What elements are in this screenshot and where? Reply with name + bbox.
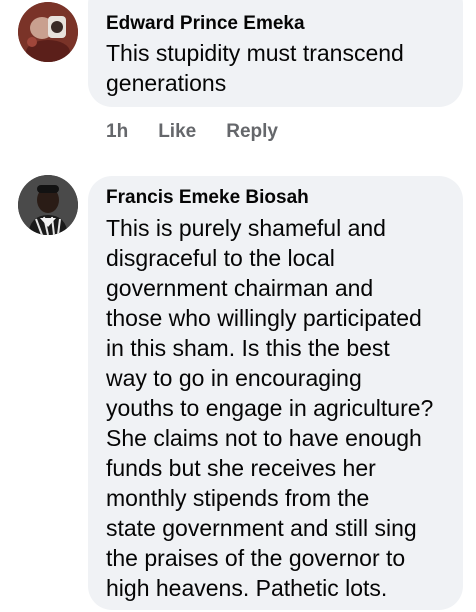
comment-text-line: in this sham. Is this the best bbox=[106, 335, 390, 361]
comment-text-line: monthly stipends from the bbox=[106, 485, 370, 511]
comment-text-line: disgraceful to the local bbox=[106, 245, 335, 271]
comment-text-line: This stupidity must transcend bbox=[106, 40, 404, 66]
comment-text-line: way to go in encouraging bbox=[106, 365, 362, 391]
comment-bubble: Edward Prince Emeka This stupidity must … bbox=[88, 0, 463, 107]
comment-text-line: the praises of the governor to bbox=[106, 545, 406, 571]
comment-author[interactable]: Francis Emeke Biosah bbox=[106, 187, 309, 209]
comment-author[interactable]: Edward Prince Emeka bbox=[106, 13, 305, 35]
comment-text-line: those who willingly participated bbox=[106, 305, 422, 331]
comment-text-line: This is purely shameful and bbox=[106, 215, 386, 241]
profile-photo-icon bbox=[18, 2, 78, 62]
comment-text-line: youths to engage in agriculture? bbox=[106, 395, 434, 421]
comment-text-line: high heavens. Pathetic lots. bbox=[106, 575, 388, 601]
profile-photo-icon bbox=[18, 175, 78, 235]
comment-bubble: Francis Emeke Biosah This is purely sham… bbox=[88, 176, 463, 610]
comment-text-line: government chairman and bbox=[106, 275, 374, 301]
comment-timestamp[interactable]: 1h bbox=[106, 121, 128, 143]
comment-thread: Edward Prince Emeka This stupidity must … bbox=[0, 0, 476, 612]
comment-actions: 1h Like Reply bbox=[106, 118, 278, 146]
comment-text: This stupidity must transcend generation… bbox=[106, 38, 451, 98]
like-button[interactable]: Like bbox=[158, 121, 196, 143]
avatar[interactable] bbox=[18, 2, 78, 62]
comment-text-line: She claims not to have enough bbox=[106, 425, 422, 451]
avatar[interactable] bbox=[18, 175, 78, 235]
reply-button[interactable]: Reply bbox=[226, 121, 278, 143]
comment-text-line: funds but she receives her bbox=[106, 455, 376, 481]
comment-text-line: generations bbox=[106, 70, 227, 96]
comment-text: This is purely shameful and disgraceful … bbox=[106, 213, 451, 603]
comment-text-line: state government and still sing bbox=[106, 515, 417, 541]
